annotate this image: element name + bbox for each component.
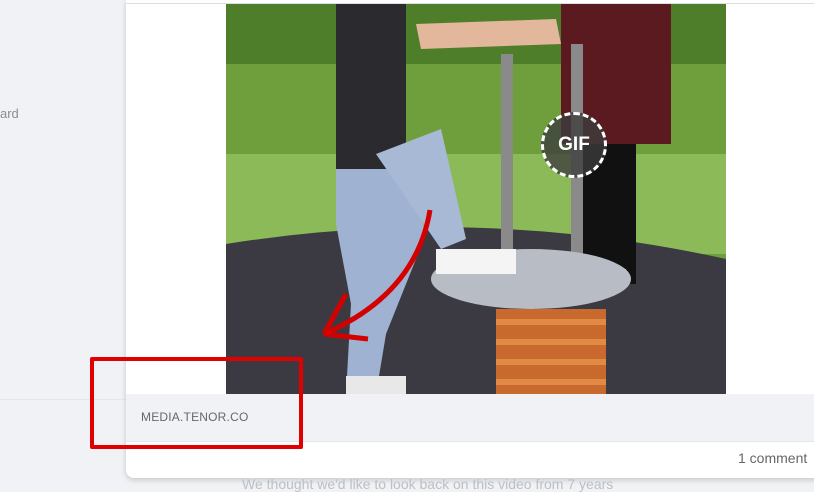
comment-count[interactable]: 1 comment <box>738 450 807 466</box>
sidebar-item-label[interactable]: ard <box>0 106 19 121</box>
red-highlight-annotation <box>90 357 303 449</box>
gif-preview-image <box>226 4 726 394</box>
next-post-text: We thought we'd like to look back on thi… <box>242 476 614 492</box>
gif-play-badge[interactable]: GIF <box>541 112 607 178</box>
gif-media[interactable]: GIF <box>226 4 726 394</box>
